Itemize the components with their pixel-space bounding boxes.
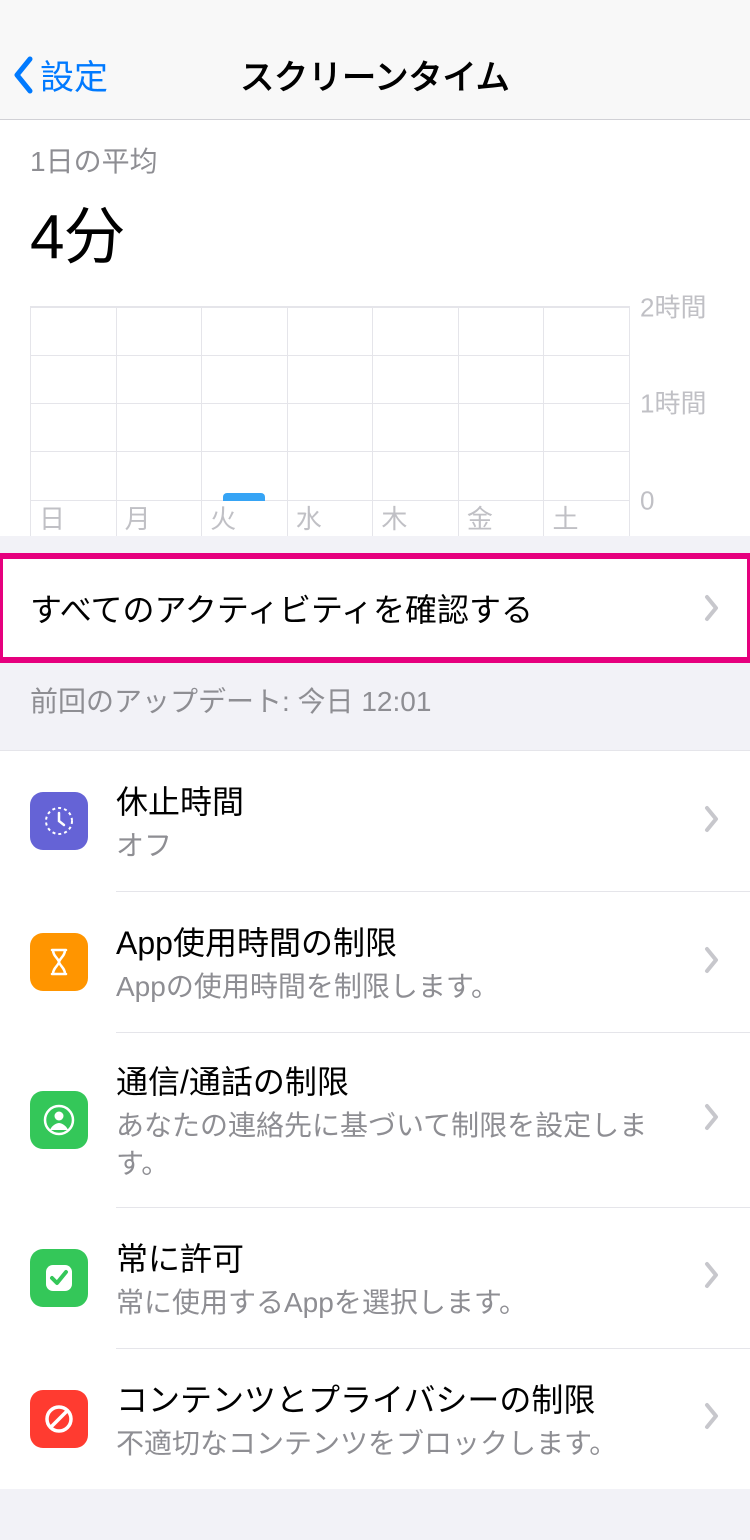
chart-col: 木 <box>373 307 459 536</box>
usage-chart: 日 月 火 水 木 金 土 2時間 1時間 0 <box>30 306 720 536</box>
all-activity-label: すべてのアクティビティを確認する <box>30 585 533 631</box>
menu-title: 常に許可 <box>116 1234 692 1280</box>
menu-title: App使用時間の制限 <box>116 918 692 964</box>
chart-col: 土 <box>544 307 630 536</box>
contact-icon <box>30 1091 88 1149</box>
chart-col: 月 <box>117 307 203 536</box>
x-tick: 日 <box>39 499 65 536</box>
menu-body: 常に許可常に使用するAppを選択します。 <box>116 1234 704 1322</box>
menu-subtitle: 不適切なコンテンツをブロックします。 <box>116 1425 692 1463</box>
menu-subtitle: あなたの連絡先に基づいて制限を設定します。 <box>116 1107 692 1183</box>
chevron-right-icon <box>704 805 720 838</box>
menu-body: 休止時間オフ <box>116 777 704 865</box>
chevron-right-icon <box>704 1261 720 1294</box>
ban-icon <box>30 1390 88 1448</box>
chevron-right-icon <box>704 594 720 622</box>
all-activity-row[interactable]: すべてのアクティビティを確認する <box>0 556 750 660</box>
navbar: 設定 スクリーンタイム <box>0 0 750 120</box>
avg-value: 4分 <box>30 186 720 276</box>
menu-body: App使用時間の制限 Appの使用時間を制限します。 <box>116 918 704 1006</box>
settings-menu: 休止時間オフ App使用時間の制限 Appの使用時間を制限します。通信/通話の制限あ… <box>0 750 750 1489</box>
menu-subtitle: 常に使用するAppを選択します。 <box>116 1284 692 1322</box>
menu-title: 休止時間 <box>116 777 692 823</box>
chart-col: 日 <box>30 307 117 536</box>
avg-label: 1日の平均 <box>30 140 720 180</box>
menu-body: コンテンツとプライバシーの制限不適切なコンテンツをブロックします。 <box>116 1375 704 1463</box>
menu-row-check[interactable]: 常に許可常に使用するAppを選択します。 <box>0 1208 750 1348</box>
menu-subtitle: Appの使用時間を制限します。 <box>116 968 692 1006</box>
chevron-right-icon <box>704 946 720 979</box>
check-icon <box>30 1249 88 1307</box>
y-tick: 2時間 <box>640 288 706 325</box>
x-tick: 土 <box>552 499 578 536</box>
chart-col: 火 <box>202 307 288 536</box>
chevron-right-icon <box>704 1103 720 1136</box>
chart-grid: 日月火水木金土 <box>30 306 630 536</box>
x-tick: 水 <box>296 499 322 536</box>
chart-col: 水 <box>288 307 374 536</box>
menu-row-downtime[interactable]: 休止時間オフ <box>0 751 750 891</box>
menu-row-contact[interactable]: 通信/通話の制限あなたの連絡先に基づいて制限を設定します。 <box>0 1033 750 1207</box>
summary-section: 1日の平均 4分 日 月 火 水 木 金 土 2時間 1時間 0 <box>0 120 750 536</box>
x-tick: 月 <box>125 499 151 536</box>
menu-title: コンテンツとプライバシーの制限 <box>116 1375 692 1421</box>
downtime-icon <box>30 792 88 850</box>
chevron-right-icon <box>704 1402 720 1435</box>
back-button[interactable]: 設定 <box>12 50 108 99</box>
chart-col: 金 <box>459 307 545 536</box>
menu-body: 通信/通話の制限あなたの連絡先に基づいて制限を設定します。 <box>116 1057 704 1183</box>
last-update-note: 前回のアップデート: 今日 12:01 <box>0 660 750 750</box>
x-tick: 木 <box>381 499 407 536</box>
menu-subtitle: オフ <box>116 827 692 865</box>
y-tick: 1時間 <box>640 384 706 421</box>
menu-title: 通信/通話の制限 <box>116 1057 692 1103</box>
menu-row-hourglass[interactable]: App使用時間の制限 Appの使用時間を制限します。 <box>0 892 750 1032</box>
chevron-left-icon <box>12 56 34 94</box>
hourglass-icon <box>30 933 88 991</box>
back-label: 設定 <box>40 50 108 99</box>
menu-row-ban[interactable]: コンテンツとプライバシーの制限不適切なコンテンツをブロックします。 <box>0 1349 750 1489</box>
x-tick: 金 <box>467 499 493 536</box>
y-axis: 2時間 1時間 0 <box>630 306 720 536</box>
x-tick: 火 <box>210 499 236 536</box>
page-title: スクリーンタイム <box>0 50 750 99</box>
y-tick: 0 <box>640 486 654 517</box>
